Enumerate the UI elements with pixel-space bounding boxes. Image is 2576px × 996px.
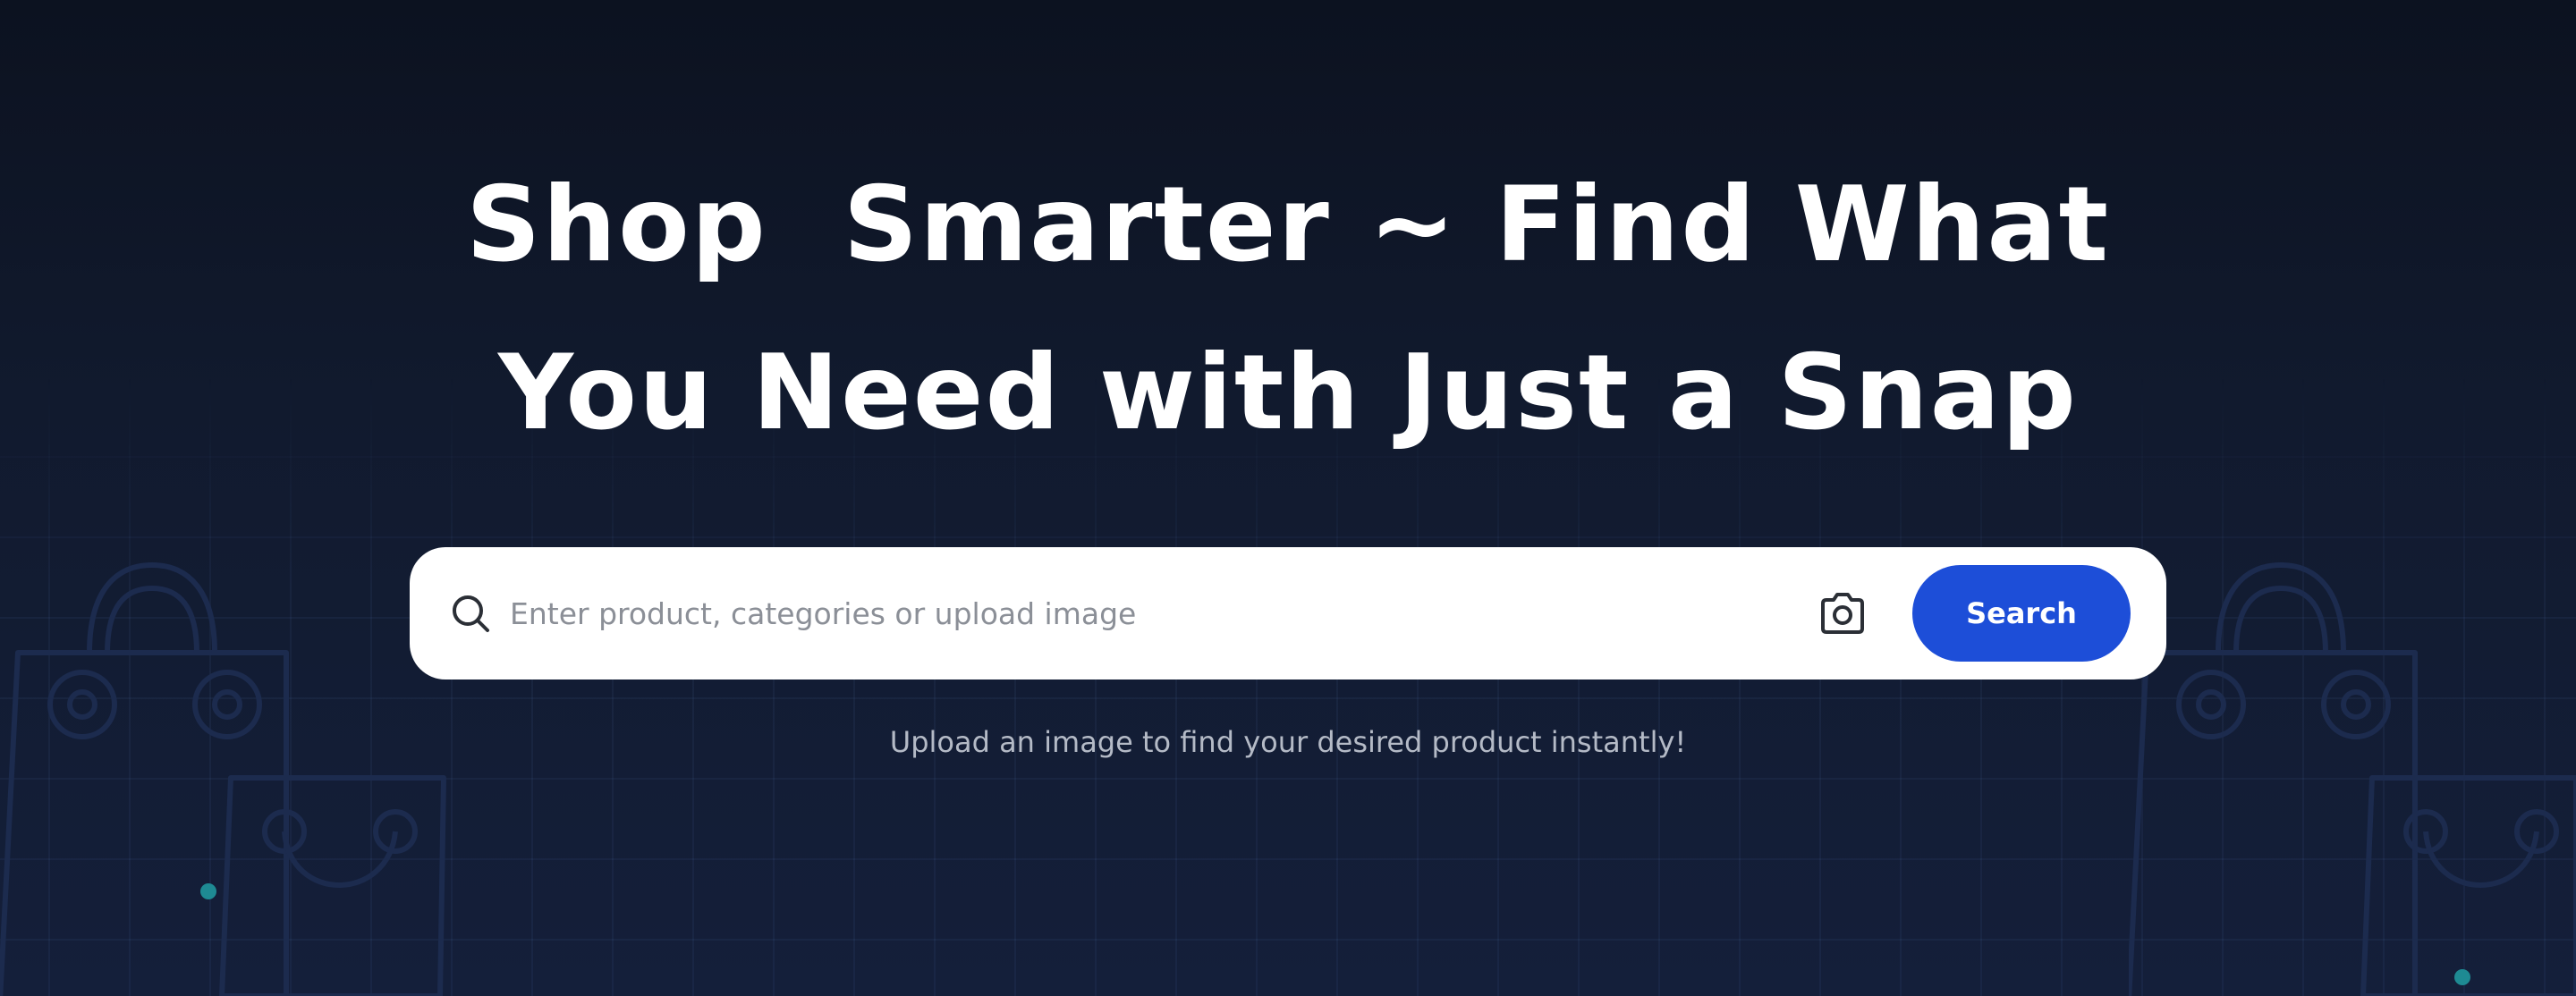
camera-icon[interactable] <box>1816 587 1869 640</box>
search-icon <box>449 592 492 635</box>
decorative-dot <box>2454 969 2470 985</box>
search-button[interactable]: Search <box>1912 565 2131 662</box>
search-bar: Search <box>410 547 2166 679</box>
decorative-dot <box>200 883 216 899</box>
hero-subtitle: Upload an image to find your desired pro… <box>889 725 1687 759</box>
hero-headline-line-2: You Need with Just a Snap <box>498 333 2078 453</box>
hero-headline: Shop Smarter ~ Find What You Need with J… <box>0 141 2576 477</box>
hero-headline-line-1: Shop Smarter ~ Find What <box>465 165 2111 285</box>
search-input[interactable] <box>510 578 2156 649</box>
hero-section: Shop Smarter ~ Find What You Need with J… <box>0 0 2576 996</box>
